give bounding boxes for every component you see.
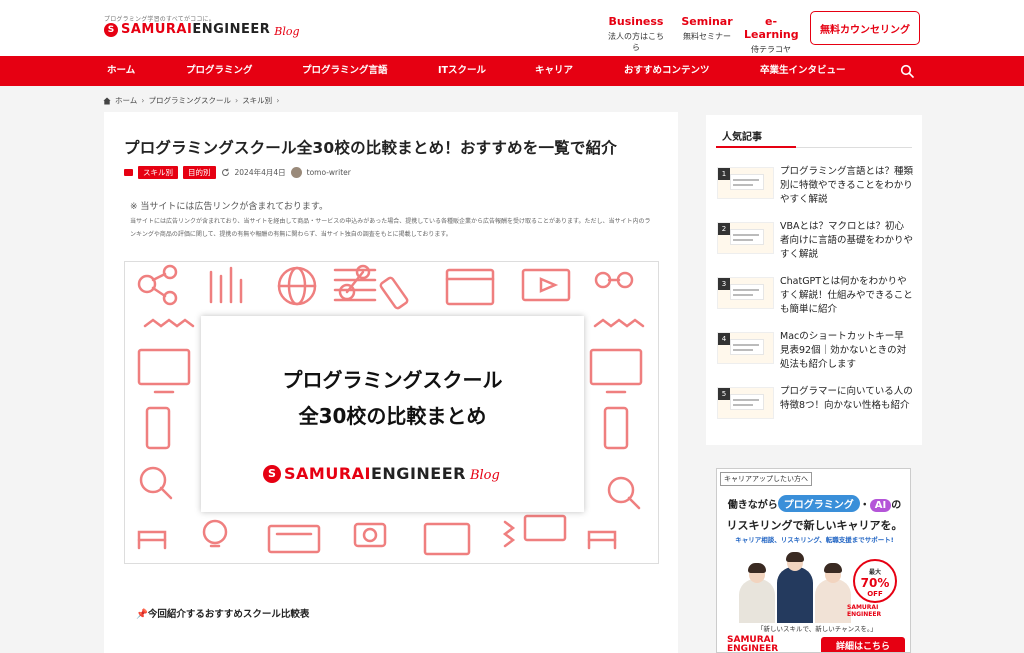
popular-title: VBAとは？マクロとは？初心者向けに言語の基礎をわかりやすく解説 (780, 221, 914, 260)
free-counseling-button[interactable]: 無料カウンセリング (810, 11, 920, 45)
popular-thumbnail: 1 (717, 167, 774, 199)
popular-title: ChatGPTとは何かをわかりやすく解説！仕組みやできることも簡単に紹介 (780, 276, 913, 315)
ad-details-button[interactable]: 詳細はこちら (821, 637, 905, 652)
ad-support-text: キャリア相談、リスキリング、転職支援までサポート! (735, 536, 894, 544)
global-nav: ホーム プログラミング プログラミング言語 ITスクール キャリア おすすめコン… (0, 56, 1024, 86)
logo-mark-icon: S (104, 22, 118, 37)
author-avatar (290, 167, 302, 178)
breadcrumb-home[interactable]: ホーム (115, 95, 137, 106)
career-ad-banner[interactable]: キャリアアップしたい方へ 働きながら プログラミング・ AI の リスキリングで新しい… (716, 468, 911, 653)
ad-notice: ※ 当サイトには広告リンクが含まれております。 (130, 202, 328, 212)
popular-thumbnail: 4 (717, 332, 774, 364)
logo-text: SAMURAIENGINEER (121, 22, 271, 37)
article-meta: スキル別 目的別 2024年4月4日 tomo-writer (124, 166, 351, 179)
ad-headline: 働きながら プログラミング・ AI の (717, 495, 910, 512)
folder-icon (124, 169, 133, 176)
popular-thumbnail: 3 (717, 277, 774, 309)
hero-title-line2: 全30校の比較まとめ (298, 404, 487, 428)
popular-title: Macのショートカットキー早見表92個｜効かないときの対処法も紹介します (780, 331, 907, 370)
popular-title: プログラマーに向いている人の特徴8つ！向かない性格も紹介 (780, 386, 913, 411)
ad-people-illustration (735, 552, 855, 623)
breadcrumb-school[interactable]: プログラミングスクール (148, 95, 231, 106)
popular-item[interactable]: 2 VBAとは？マクロとは？初心者向けに言語の基礎をわかりやすく解説 (717, 219, 913, 269)
nav-item-programming[interactable]: プログラミング (186, 56, 253, 86)
popular-item[interactable]: 1 プログラミング言語とは？種類別に特徴やできることをわかりやすく解説 (717, 164, 913, 214)
ad-slogan: 「新しいスキルで、新しいチャンスを。」 (757, 625, 877, 633)
breadcrumb: ホーム › プログラミングスクール › スキル別 › (103, 95, 279, 106)
ad-logo: SAMURAI ENGINEER (727, 635, 779, 653)
popular-articles-widget: 人気記事 1 プログラミング言語とは？種類別に特徴やできることをわかりやすく解説… (706, 115, 922, 445)
hero-title-card: プログラミングスクール 全30校の比較まとめ S SAMURAIENGINEER… (201, 316, 584, 512)
pushpin-icon: 📌 (136, 609, 148, 620)
chevron-right-icon: › (234, 96, 239, 105)
nav-item-home[interactable]: ホーム (107, 56, 135, 86)
ad-brand: SAMURAI ENGINEER (847, 604, 882, 618)
divider (716, 146, 912, 148)
header-link-business[interactable]: Business 法人の方はこちら (608, 15, 664, 53)
popular-thumbnail: 2 (717, 222, 774, 254)
category-tag-skill[interactable]: スキル別 (138, 166, 178, 179)
hero-image: プログラミングスクール 全30校の比較まとめ S SAMURAIENGINEER… (124, 261, 659, 564)
site-logo[interactable]: S SAMURAIENGINEER Blog (104, 21, 300, 38)
article-title: プログラミングスクール全30校の比較まとめ！おすすめを一覧で紹介 (124, 139, 617, 157)
nav-item-languages[interactable]: プログラミング言語 (302, 56, 388, 86)
article-card: プログラミングスクール全30校の比較まとめ！おすすめを一覧で紹介 スキル別 目的… (104, 112, 678, 653)
discount-badge: 最大 70% OFF (853, 559, 897, 603)
popular-item[interactable]: 3 ChatGPTとは何かをわかりやすく解説！仕組みやできることも簡単に紹介 (717, 274, 913, 324)
nav-item-career[interactable]: キャリア (535, 56, 573, 86)
popular-heading: 人気記事 (722, 132, 762, 143)
breadcrumb-skill[interactable]: スキル別 (242, 95, 272, 106)
home-icon (103, 97, 111, 104)
category-tag-purpose[interactable]: 目的別 (183, 166, 216, 179)
nav-item-recommended[interactable]: おすすめコンテンツ (624, 56, 710, 86)
chevron-right-icon: › (276, 96, 280, 105)
search-icon[interactable] (900, 64, 914, 78)
ad-disclaimer: 当サイトには広告リンクが含まれており、当サイトを経由して商品・サービスの申込みが… (130, 218, 651, 238)
header-link-seminar[interactable]: Seminar 無料セミナー (680, 15, 734, 42)
popular-title: プログラミング言語とは？種類別に特徴やできることをわかりやすく解説 (780, 166, 914, 205)
update-date: 2024年4月4日 (234, 168, 286, 177)
site-header: プログラミング学習のすべてがココに。 S SAMURAIENGINEER Blo… (0, 0, 1024, 56)
ad-headline-2: リスキリングで新しいキャリアを。 (726, 519, 903, 532)
refresh-icon (221, 168, 229, 176)
logo-mark-icon: S (263, 464, 281, 483)
popular-thumbnail: 5 (717, 387, 774, 419)
hero-title-line1: プログラミングスクール (282, 368, 503, 392)
popular-item[interactable]: 4 Macのショートカットキー早見表92個｜効かないときの対処法も紹介します (717, 329, 913, 379)
ad-top-label: キャリアアップしたい方へ (720, 472, 812, 486)
logo-blog: Blog (274, 25, 300, 38)
nav-item-it-school[interactable]: ITスクール (438, 56, 486, 86)
chevron-right-icon: › (141, 96, 145, 105)
popular-item[interactable]: 5 プログラマーに向いている人の特徴8つ！向かない性格も紹介 (717, 384, 913, 434)
nav-item-interviews[interactable]: 卒業生インタビュー (760, 56, 846, 86)
author-name[interactable]: tomo-writer (307, 168, 351, 177)
hero-logo: S SAMURAIENGINEER Blog (263, 464, 500, 483)
header-link-elearning[interactable]: e-Learning 侍テラコヤ (744, 15, 799, 55)
comparison-subheading: 📌今回紹介するおすすめスクール比較表 (136, 609, 310, 620)
